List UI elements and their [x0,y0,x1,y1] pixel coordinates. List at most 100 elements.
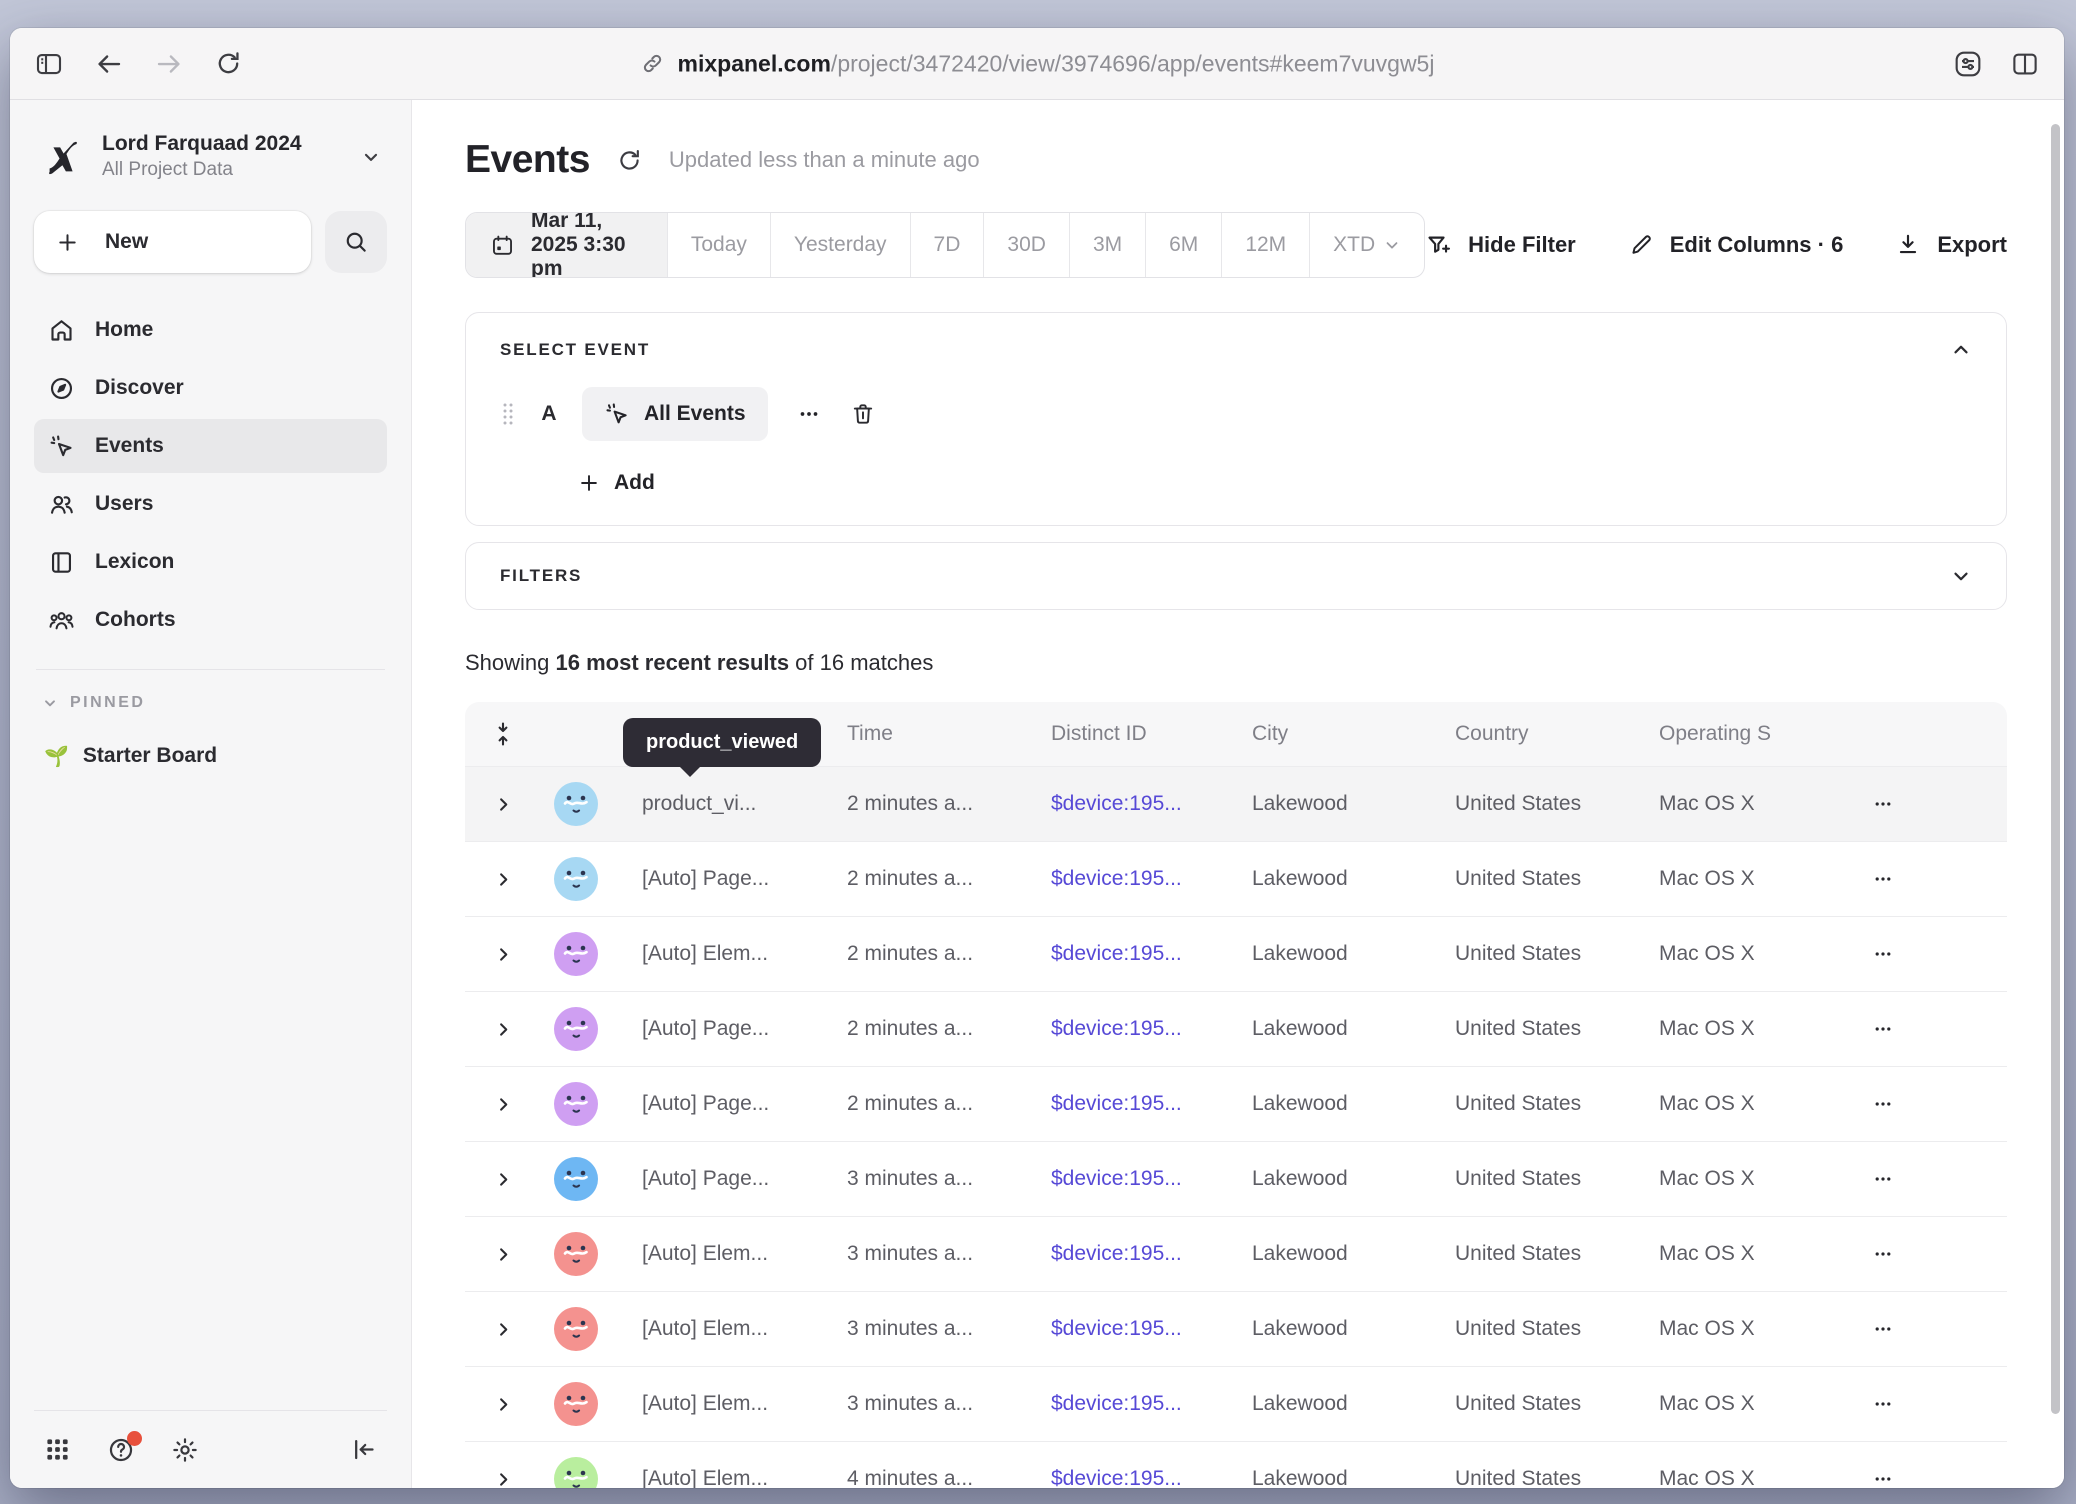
download-icon [1895,232,1921,258]
sidebar-toggle-icon[interactable] [34,49,64,79]
column-header-country[interactable]: Country [1455,722,1659,746]
date-preset-yesterday[interactable]: Yesterday [770,213,910,277]
distinct-id-link[interactable]: $device:195... [1051,1392,1252,1416]
date-preset-xtd[interactable]: XTD [1309,213,1424,277]
column-header-time[interactable]: Time [847,722,1051,746]
row-expand-chevron-icon[interactable] [465,1470,541,1489]
table-row[interactable]: [Auto] Page...2 minutes a...$device:195.… [465,1066,2007,1141]
row-menu-icon[interactable] [1865,1011,1901,1047]
row-menu-icon[interactable] [1865,936,1901,972]
event-avatar [541,1307,613,1351]
table-row[interactable]: [Auto] Elem...2 minutes a...$device:195.… [465,916,2007,991]
date-preset-30d[interactable]: 30D [983,213,1069,277]
link-icon [640,51,666,77]
row-menu-icon[interactable] [1865,1086,1901,1122]
date-preset-7d[interactable]: 7D [910,213,984,277]
distinct-id-link[interactable]: $device:195... [1051,1317,1252,1341]
search-button[interactable] [325,211,387,273]
distinct-id-link[interactable]: $device:195... [1051,1092,1252,1116]
row-expand-chevron-icon[interactable] [465,795,541,814]
column-header-os[interactable]: Operating S [1659,722,1847,746]
distinct-id-link[interactable]: $device:195... [1051,1467,1252,1488]
sidebar-item-cohorts[interactable]: Cohorts [34,593,387,647]
new-button[interactable]: New [34,211,311,273]
apps-grid-icon[interactable] [44,1436,71,1463]
delete-event-icon[interactable] [850,401,876,427]
date-preset-6m[interactable]: 6M [1145,213,1221,277]
row-expand-chevron-icon[interactable] [465,1395,541,1414]
column-header-distinct-id[interactable]: Distinct ID [1051,722,1252,746]
date-picker-button[interactable]: Mar 11, 2025 3:30 pm [466,213,667,277]
address-bar[interactable]: mixpanel.com/project/3472420/view/397469… [640,50,1435,77]
chevron-down-icon[interactable] [1950,565,1972,587]
city-cell: Lakewood [1252,1467,1455,1488]
distinct-id-link[interactable]: $device:195... [1051,792,1252,816]
row-menu-icon[interactable] [1865,1236,1901,1272]
back-icon[interactable] [94,49,124,79]
row-menu-icon[interactable] [1865,1461,1901,1488]
distinct-id-link[interactable]: $device:195... [1051,867,1252,891]
row-expand-chevron-icon[interactable] [465,945,541,964]
split-view-icon[interactable] [2010,49,2040,79]
country-cell: United States [1455,1017,1659,1041]
row-expand-chevron-icon[interactable] [465,1245,541,1264]
hide-filter-button[interactable]: Hide Filter [1425,232,1576,259]
row-menu-icon[interactable] [1865,1311,1901,1347]
row-expand-chevron-icon[interactable] [465,1020,541,1039]
sort-icon[interactable] [465,721,541,747]
sidebar-item-events[interactable]: Events [34,419,387,473]
row-expand-chevron-icon[interactable] [465,1095,541,1114]
row-menu-icon[interactable] [1865,786,1901,822]
users-icon [48,491,75,518]
forward-icon[interactable] [154,49,184,79]
row-expand-chevron-icon[interactable] [465,1170,541,1189]
distinct-id-link[interactable]: $device:195... [1051,1242,1252,1266]
sidebar-item-home[interactable]: Home [34,303,387,357]
edit-columns-button[interactable]: Edit Columns · 6 [1628,232,1844,258]
discover-icon [48,375,75,402]
date-preset-3m[interactable]: 3M [1069,213,1145,277]
column-header-city[interactable]: City [1252,722,1455,746]
distinct-id-link[interactable]: $device:195... [1051,942,1252,966]
sidebar-item-users[interactable]: Users [34,477,387,531]
date-preset-today[interactable]: Today [667,213,770,277]
distinct-id-link[interactable]: $device:195... [1051,1167,1252,1191]
sidebar-item-lexicon[interactable]: Lexicon [34,535,387,589]
reload-icon[interactable] [214,49,243,78]
row-expand-chevron-icon[interactable] [465,870,541,889]
event-options-icon[interactable] [790,401,828,427]
table-row[interactable]: [Auto] Elem...3 minutes a...$device:195.… [465,1366,2007,1441]
event-row-letter: A [538,402,560,426]
refresh-icon[interactable] [616,147,643,174]
distinct-id-link[interactable]: $device:195... [1051,1017,1252,1041]
pinned-item[interactable]: 🌱Starter Board [34,728,387,784]
table-row[interactable]: [Auto] Elem...4 minutes a...$device:195.… [465,1441,2007,1488]
row-menu-icon[interactable] [1865,1161,1901,1197]
sidebar-item-discover[interactable]: Discover [34,361,387,415]
date-preset-12m[interactable]: 12M [1221,213,1309,277]
project-switcher[interactable]: Lord Farquaad 2024 All Project Data [34,126,387,181]
page-settings-icon[interactable] [1952,48,1984,80]
table-row[interactable]: [Auto] Page...2 minutes a...$device:195.… [465,841,2007,916]
os-cell: Mac OS X [1659,1242,1847,1266]
row-menu-icon[interactable] [1865,1386,1901,1422]
chevron-up-icon[interactable] [1950,339,1972,361]
export-button[interactable]: Export [1895,232,2007,258]
drag-handle-icon[interactable] [500,401,516,427]
event-selector-pill[interactable]: All Events [582,387,768,441]
scrollbar[interactable] [2051,124,2060,1414]
table-row[interactable]: product_vi...2 minutes a...$device:195..… [465,766,2007,841]
row-menu-icon[interactable] [1865,861,1901,897]
table-row[interactable]: [Auto] Elem...3 minutes a...$device:195.… [465,1291,2007,1366]
event-avatar [541,1082,613,1126]
add-event-button[interactable]: Add [578,471,1972,495]
table-row[interactable]: [Auto] Elem...3 minutes a...$device:195.… [465,1216,2007,1291]
os-cell: Mac OS X [1659,867,1847,891]
settings-gear-icon[interactable] [171,1436,199,1464]
help-button[interactable] [107,1436,135,1464]
table-row[interactable]: [Auto] Page...3 minutes a...$device:195.… [465,1141,2007,1216]
table-row[interactable]: [Auto] Page...2 minutes a...$device:195.… [465,991,2007,1066]
row-expand-chevron-icon[interactable] [465,1320,541,1339]
pinned-section-header[interactable]: PINNED [34,692,387,714]
collapse-sidebar-icon[interactable] [350,1436,377,1463]
